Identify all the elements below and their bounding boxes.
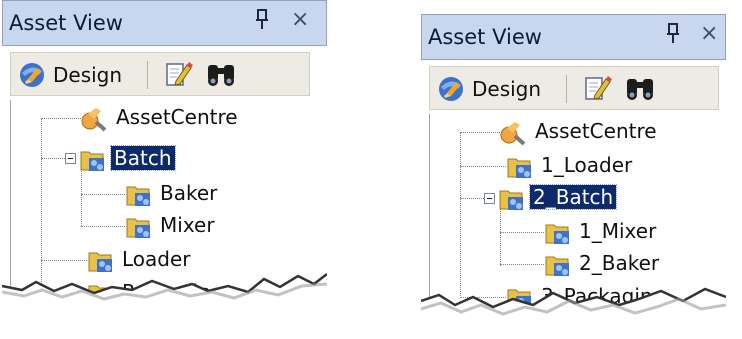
- tree-root-node[interactable]: AssetCentre: [79, 104, 279, 132]
- asset-view-panel: Asset View × Design: [421, 0, 726, 339]
- panel-title-bar[interactable]: Asset View ×: [2, 0, 327, 46]
- tree-node[interactable]: Mixer: [125, 212, 285, 240]
- tree-guide-line: [500, 232, 544, 233]
- area-icon: [545, 224, 569, 244]
- tree-guide-line: [500, 264, 544, 265]
- tree-guide-line: [81, 226, 125, 227]
- toolbar-separator: [566, 75, 567, 103]
- folder-area-icon: [126, 218, 150, 238]
- tree-guide-line: [500, 206, 501, 266]
- edit-icon[interactable]: [163, 59, 193, 93]
- tree-guide-line: [460, 132, 500, 133]
- close-icon[interactable]: ×: [291, 7, 309, 32]
- asset-centre-icon: [81, 108, 107, 132]
- asset-view-panel: Asset View × Design: [2, 0, 327, 320]
- asset-centre-icon: [500, 122, 526, 146]
- design-mode-icon[interactable]: [436, 73, 466, 107]
- torn-edge: [2, 273, 327, 320]
- tree-node-label: 2_Batch: [528, 184, 618, 210]
- folder-area-icon: [499, 190, 523, 210]
- tree-node[interactable]: Baker: [125, 180, 285, 208]
- tree-node-label: Mixer: [160, 213, 215, 237]
- design-button[interactable]: Design: [53, 63, 122, 87]
- tree-node-label: 2_Baker: [579, 251, 660, 275]
- find-icon[interactable]: [205, 59, 237, 93]
- tree-guide-line: [81, 194, 125, 195]
- tree-guide-line: [460, 166, 506, 167]
- tree-guide-line: [460, 132, 461, 298]
- find-icon[interactable]: [624, 73, 656, 107]
- collapse-toggle[interactable]: [65, 153, 76, 164]
- folder-area-icon: [80, 151, 104, 171]
- torn-edge: [421, 287, 726, 339]
- toolbar: Design: [10, 52, 310, 96]
- tree-node-label: Baker: [160, 181, 218, 205]
- edit-icon[interactable]: [582, 73, 612, 107]
- panel-title: Asset View: [9, 11, 123, 35]
- tree-node-label: AssetCentre: [535, 119, 657, 143]
- collapse-toggle[interactable]: [484, 193, 495, 204]
- tree-root-node[interactable]: AssetCentre: [498, 118, 698, 146]
- close-icon[interactable]: ×: [700, 21, 718, 46]
- panel-title-bar[interactable]: Asset View ×: [421, 14, 726, 60]
- tree-node[interactable]: 2_Baker: [544, 250, 704, 278]
- toolbar-separator: [147, 61, 148, 89]
- tree-guide-line: [81, 164, 82, 226]
- area-icon: [545, 256, 569, 276]
- design-button[interactable]: Design: [472, 77, 541, 101]
- tree-node-label: Batch: [110, 145, 176, 171]
- tree-node-label: AssetCentre: [116, 105, 238, 129]
- pin-icon[interactable]: [255, 9, 269, 36]
- tree-guide-line: [41, 118, 81, 119]
- panel-title: Asset View: [428, 25, 542, 49]
- tree-node-label: 1_Loader: [541, 153, 633, 177]
- folder-area-icon: [126, 186, 150, 206]
- tree-node[interactable]: 1_Mixer: [544, 218, 704, 246]
- tree-node[interactable]: 2_Batch: [498, 184, 698, 212]
- tree-node[interactable]: Batch: [79, 145, 279, 173]
- tree-node[interactable]: 1_Loader: [506, 152, 706, 180]
- folder-area-icon: [507, 158, 531, 178]
- design-mode-icon[interactable]: [17, 59, 47, 93]
- toolbar: Design: [429, 66, 719, 110]
- pin-icon[interactable]: [666, 23, 680, 50]
- tree-node-label: 1_Mixer: [579, 219, 657, 243]
